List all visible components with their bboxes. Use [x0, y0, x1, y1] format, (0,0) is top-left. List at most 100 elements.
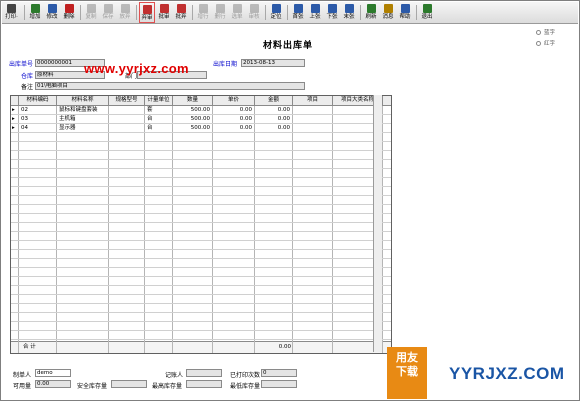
toolbar-button-select-doc[interactable]: 选单 [229, 2, 245, 23]
bookkeeper-label: 记账人 [165, 372, 184, 379]
toolbar-button-add-doc[interactable]: 增加 [27, 2, 43, 23]
toolbar-button-audit[interactable]: 审核 [246, 2, 262, 23]
toolbar-button-batch-unaudit[interactable]: 批弃 [173, 2, 189, 23]
toolbar-button-message[interactable]: 消息 [380, 2, 396, 23]
grid-cell-name[interactable]: 主机箱 [59, 115, 76, 123]
max-label: 最高库存量 [152, 383, 183, 390]
doc-no-label: 出库单号 [9, 61, 34, 68]
grid-row-line [11, 249, 391, 250]
grid-cell-code[interactable]: 03 [21, 115, 28, 123]
grid-row-line [11, 141, 391, 142]
remark-field[interactable]: 01\电脑项目 [35, 82, 305, 90]
grid-column-line [18, 106, 19, 353]
toolbar-button-locate[interactable]: 定位 [268, 2, 284, 23]
toolbar-button-save[interactable]: 保存 [100, 2, 116, 23]
toolbar-separator [24, 5, 25, 20]
grid-cell-amount[interactable]: 0.00 [255, 106, 290, 114]
grid-row-line [11, 204, 391, 205]
toolbar-button-edit[interactable]: 修改 [44, 2, 60, 23]
logo-badge: 用友 下载 [387, 347, 427, 399]
toolbar-button-help[interactable]: 帮助 [397, 2, 413, 23]
grid-header-cell[interactable]: 单价 [213, 96, 255, 105]
toolbar-button-label: 刷新 [365, 14, 377, 20]
grid-header-cell[interactable]: 材料编码 [19, 96, 57, 105]
toolbar-button-printer[interactable]: 打印· [2, 2, 21, 23]
toolbar-button-refresh[interactable]: 刷新 [363, 2, 379, 23]
grid-header-cell[interactable]: 金额 [255, 96, 293, 105]
toolbar-button-cancel[interactable]: 放弃 [117, 2, 133, 23]
toolbar-button-label: 批弃 [175, 14, 187, 20]
min-field [261, 380, 297, 388]
grid-cell-qty[interactable]: 500.00 [173, 106, 210, 114]
grid-row-line [11, 150, 391, 151]
delete-icon [64, 4, 74, 13]
items-grid: 材料编码 材料名称 规格型号 计量单位 数量 单价 金额 项目 项目大类名称 合 计 0.00 … [10, 95, 392, 354]
grid-cell-price[interactable]: 0.00 [213, 124, 252, 132]
grid-header-cell[interactable]: 项目 [293, 96, 333, 105]
toolbar-button-last[interactable]: 末张 [341, 2, 357, 23]
radio-red[interactable]: 红字 [536, 39, 555, 47]
grid-cell-unit[interactable]: 台 [147, 115, 153, 123]
toolbar-button-next[interactable]: 下张 [324, 2, 340, 23]
toolbar-button-label: 末张 [343, 14, 355, 20]
audit-icon [249, 4, 259, 13]
locate-icon [271, 4, 281, 13]
grid-row-line [11, 312, 391, 313]
vertical-scrollbar[interactable] [373, 95, 382, 352]
printed-label: 已打印次数 [230, 372, 261, 379]
grid-cell-code[interactable]: 02 [21, 106, 28, 114]
grid-cell-name[interactable]: 显示器 [59, 124, 76, 132]
toolbar-button-exit[interactable]: 退出 [419, 2, 435, 23]
grid-cell-amount[interactable]: 0.00 [255, 115, 290, 123]
toolbar-button-add-row[interactable]: 增行 [195, 2, 211, 23]
row-marker-icon: ▸ [12, 107, 15, 113]
grid-header-cell[interactable]: 计量单位 [145, 96, 173, 105]
radio-blue[interactable]: 蓝字 [536, 28, 555, 36]
grid-cell-name[interactable]: 鼠标和键盘套装 [59, 106, 98, 114]
copy-icon [86, 4, 96, 13]
toolbar-button-delete[interactable]: 删除 [61, 2, 77, 23]
toolbar-button-unaudit[interactable]: 弃审 [139, 2, 155, 23]
grid-row-line [11, 339, 391, 340]
grid-cell-code[interactable]: 04 [21, 124, 28, 132]
grid-cell-qty[interactable]: 500.00 [173, 124, 210, 132]
logo-site-text: YYRJXZ.COM [449, 364, 565, 383]
last-icon [344, 4, 354, 13]
grid-header-cell[interactable]: 规格型号 [109, 96, 145, 105]
grid-row-line [11, 330, 391, 331]
grid-cell-amount[interactable]: 0.00 [255, 124, 290, 132]
next-icon [327, 4, 337, 13]
toolbar-button-label: 批审 [158, 14, 170, 20]
grid-header-cell[interactable]: 数量 [173, 96, 213, 105]
cancel-icon [120, 4, 130, 13]
toolbar-button-delete-row[interactable]: 删行 [212, 2, 228, 23]
grid-cell-unit[interactable]: 台 [147, 124, 153, 132]
toolbar-button-batch-audit[interactable]: 批审 [156, 2, 172, 23]
toolbar-button-first[interactable]: 首张 [290, 2, 306, 23]
grid-column-line [332, 106, 333, 353]
toolbar-separator [136, 5, 137, 20]
toolbar-button-prev[interactable]: 上张 [307, 2, 323, 23]
remark-label: 备注 [21, 84, 34, 91]
toolbar-button-label: 删除 [63, 14, 75, 20]
grid-row-line [11, 159, 391, 160]
exit-icon [422, 4, 432, 13]
toolbar-button-copy[interactable]: 复制 [83, 2, 99, 23]
grid-cell-price[interactable]: 0.00 [213, 115, 252, 123]
row-marker-icon: ▸ [12, 116, 15, 122]
total-row: 合 计 0.00 [11, 341, 391, 353]
grid-header-marker [11, 96, 19, 105]
grid-header-cell[interactable]: 材料名称 [57, 96, 109, 105]
toolbar-button-label: 复制 [85, 14, 97, 20]
bookkeeper-field [186, 369, 222, 377]
grid-column-line [108, 106, 109, 353]
grid-cell-qty[interactable]: 500.00 [173, 115, 210, 123]
toolbar-button-label: 定位 [270, 14, 282, 20]
grid-row-line [11, 285, 391, 286]
grid-cell-price[interactable]: 0.00 [213, 106, 252, 114]
grid-row-line [11, 240, 391, 241]
radio-circle-icon [536, 40, 541, 46]
grid-cell-unit[interactable]: 套 [147, 106, 153, 114]
grid-row-line [11, 195, 391, 196]
date-field[interactable]: 2013-08-13 [241, 59, 305, 67]
